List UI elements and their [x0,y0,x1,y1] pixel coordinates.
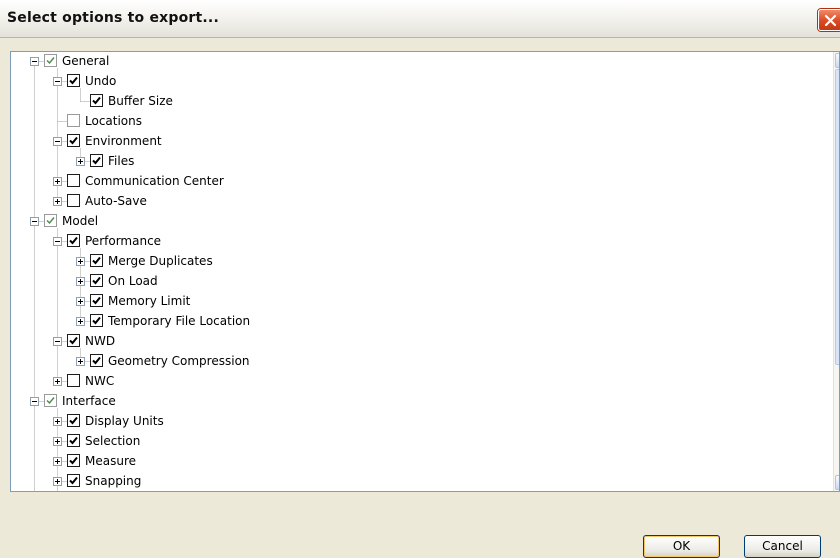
checkbox-checked[interactable] [90,154,103,167]
tree-node-label: On Load [108,274,158,288]
tree-node-label: Merge Duplicates [108,254,213,268]
expand-icon[interactable] [53,477,62,486]
collapse-icon[interactable] [53,337,62,346]
expand-icon[interactable] [53,457,62,466]
checkbox-checked[interactable] [67,134,80,147]
tree-node-label: Files [108,154,135,168]
expand-icon[interactable] [53,377,62,386]
checkbox-checked[interactable] [67,434,80,447]
tree-node-label: Selection [85,434,141,448]
checkbox-checked[interactable] [90,94,103,107]
tree-node-label: Display Units [85,414,164,428]
tree-node-label: Measure [85,454,136,468]
expand-icon[interactable] [53,197,62,206]
checkbox-checked[interactable] [67,454,80,467]
scroll-thumb[interactable] [835,69,839,365]
expand-icon[interactable] [53,177,62,186]
checkbox-unchecked[interactable] [67,374,80,387]
scroll-up-button[interactable] [835,53,839,68]
checkbox-checked[interactable] [67,234,80,247]
dialog-title: Select options to export... [7,10,219,26]
checkbox-checked[interactable] [90,314,103,327]
expand-icon[interactable] [76,257,85,266]
ok-button[interactable]: OK [643,535,720,558]
checkbox-checked[interactable] [67,414,80,427]
checkbox-checked[interactable] [44,54,57,67]
scroll-down-button[interactable] [835,475,839,490]
cancel-button[interactable]: Cancel [744,535,821,558]
tree-node-label: Environment [85,134,162,148]
checkbox-checked[interactable] [90,254,103,267]
expand-icon[interactable] [76,317,85,326]
checkbox-checked[interactable] [67,334,80,347]
tree-node-label: Locations [85,114,143,128]
checkbox-checked[interactable] [90,274,103,287]
vertical-scrollbar[interactable] [833,52,839,491]
tree-node-label: Geometry Compression [108,354,250,368]
tree-node-label: NWD [85,334,116,348]
checkbox-unchecked[interactable] [67,174,80,187]
tree-node-label: Interface [62,394,116,408]
tree-node-label: Auto-Save [85,194,147,208]
tree-node-label: Snapping [85,474,142,488]
tree-node-label: NWC [85,374,115,388]
expand-icon[interactable] [76,297,85,306]
tree-node-label: Model [62,214,99,228]
collapse-icon[interactable] [53,77,62,86]
close-button[interactable] [818,9,840,31]
checkbox-checked[interactable] [90,354,103,367]
close-icon [824,14,837,27]
expand-icon[interactable] [53,437,62,446]
tree-node-label: General [62,54,110,68]
dialog-body: General Undo Buffer Size Locations Environme… [0,38,840,558]
checkbox-checked[interactable] [67,474,80,487]
checkbox-checked[interactable] [44,394,57,407]
tree-node-label: Temporary File Location [108,314,251,328]
collapse-icon[interactable] [30,57,39,66]
collapse-icon[interactable] [30,397,39,406]
tree-node-label: Performance [85,234,162,248]
expand-icon[interactable] [53,417,62,426]
checkbox-checked[interactable] [67,74,80,87]
checkbox-checked[interactable] [44,214,57,227]
collapse-icon[interactable] [53,137,62,146]
checkbox-unchecked[interactable] [67,194,80,207]
tree-node-label: Communication Center [85,174,224,188]
options-tree[interactable]: General Undo Buffer Size Locations Environme… [10,51,840,492]
expand-icon[interactable] [76,357,85,366]
dialog-title-bar[interactable]: Select options to export... [0,0,840,38]
collapse-icon[interactable] [30,217,39,226]
expand-icon[interactable] [76,277,85,286]
collapse-icon[interactable] [53,237,62,246]
tree-node-label: Memory Limit [108,294,191,308]
checkbox-unchecked[interactable] [67,114,80,127]
tree-node-label: Undo [85,74,117,88]
expand-icon[interactable] [76,157,85,166]
checkbox-checked[interactable] [90,294,103,307]
tree-node-label: Buffer Size [108,94,173,108]
